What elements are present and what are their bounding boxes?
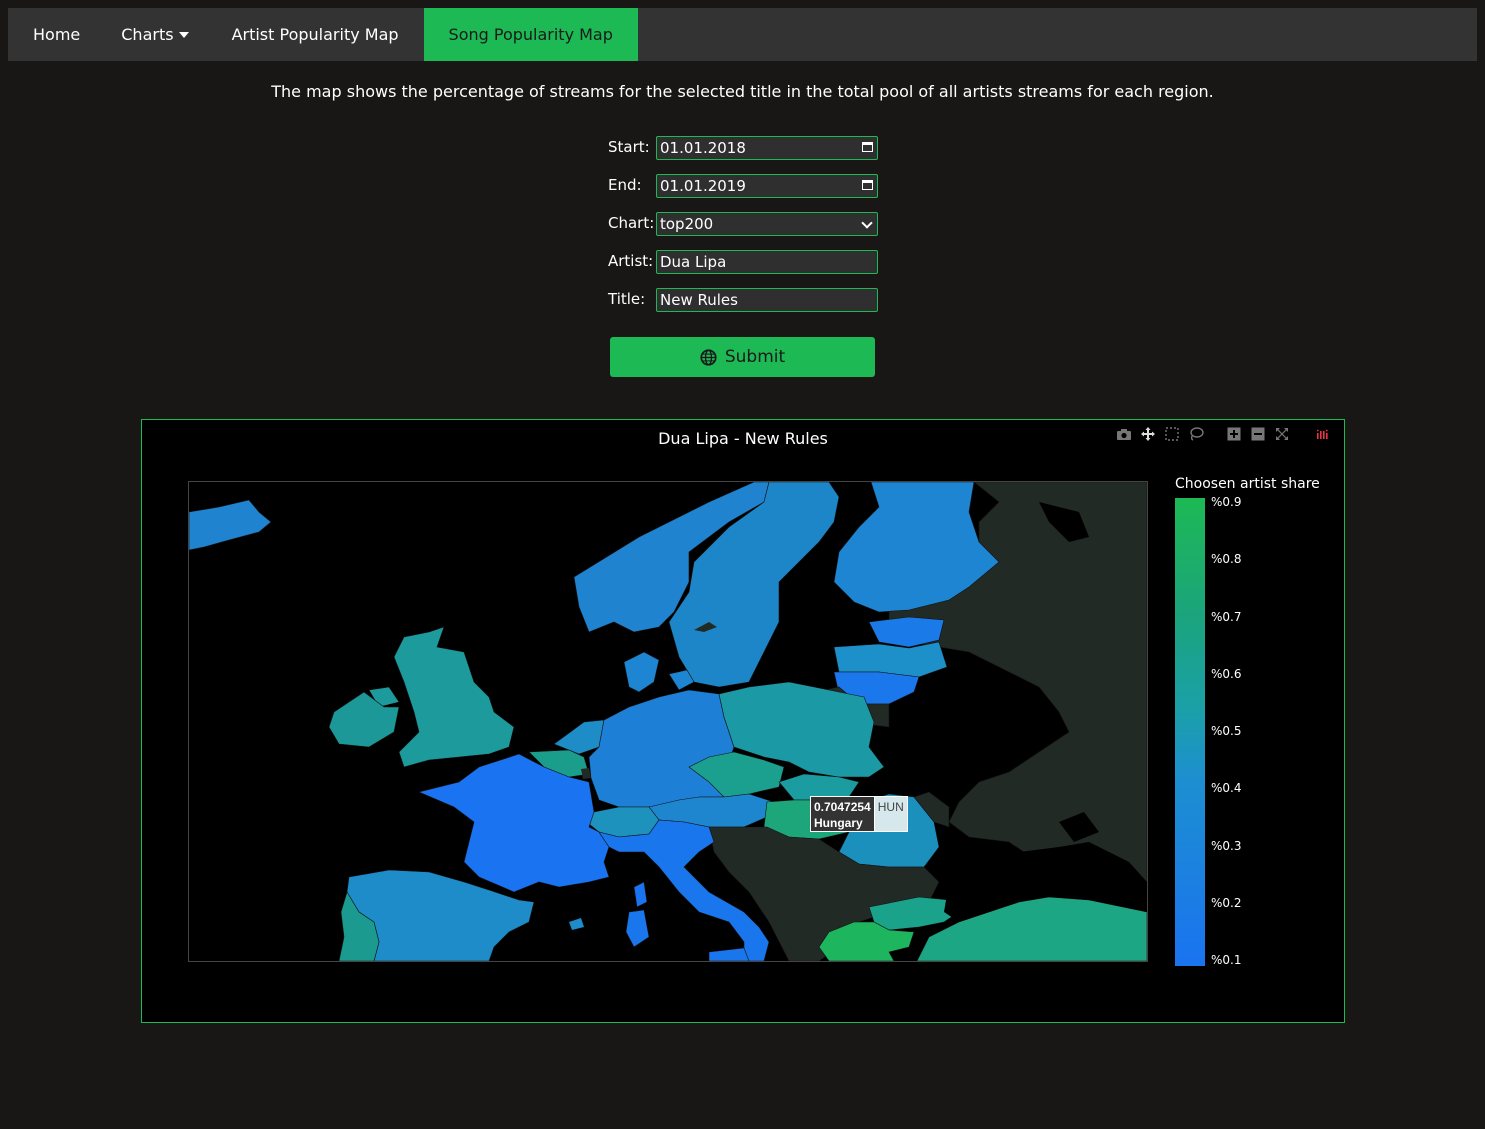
tooltip-country: Hungary <box>814 816 863 830</box>
nav-song-map-label: Song Popularity Map <box>448 25 613 44</box>
box-select-icon[interactable] <box>1164 426 1180 442</box>
colorbar-tick: %0.5 <box>1211 724 1242 738</box>
chart-select[interactable]: top200 <box>656 212 878 236</box>
plotly-logo-icon[interactable] <box>1314 426 1330 442</box>
navbar: Home Charts Artist Popularity Map Song P… <box>8 8 1477 61</box>
colorbar-tick: %0.9 <box>1211 495 1242 509</box>
colorbar <box>1175 498 1205 966</box>
region-luxembourg[interactable] <box>581 768 591 779</box>
choropleth-map-panel: Dua Lipa - New Rules Choosen artist shar… <box>141 419 1345 1023</box>
region-germany[interactable] <box>588 689 735 808</box>
end-row: End: 01.01.2019 <box>608 174 878 212</box>
chart-label: Chart: <box>608 214 655 232</box>
title-row: Title: New Rules <box>608 288 878 326</box>
title-input-value: New Rules <box>660 291 738 309</box>
start-row: Start: 01.01.2018 <box>608 136 878 174</box>
geo-map[interactable] <box>188 481 1148 962</box>
colorbar-tick: %0.8 <box>1211 552 1242 566</box>
zoom-in-icon[interactable] <box>1226 426 1242 442</box>
colorbar-tick: %0.4 <box>1211 781 1242 795</box>
region-denmark[interactable] <box>623 651 660 693</box>
tooltip-main: 0.7047254 Hungary <box>810 796 875 832</box>
page-description: The map shows the percentage of streams … <box>271 82 1214 101</box>
globe-icon <box>700 348 717 366</box>
hover-tooltip: 0.7047254 Hungary HUN <box>810 796 908 832</box>
colorbar-tick: %0.6 <box>1211 667 1242 681</box>
chart-select-value: top200 <box>660 215 714 233</box>
nav-artist-popularity-map[interactable]: Artist Popularity Map <box>215 8 424 61</box>
start-date-value: 01.01.2018 <box>660 139 746 157</box>
colorbar-tick: %0.2 <box>1211 896 1242 910</box>
camera-icon[interactable] <box>1116 426 1132 442</box>
region-sicily[interactable] <box>708 947 750 961</box>
submit-button[interactable]: Submit <box>610 337 875 377</box>
title-input[interactable]: New Rules <box>656 288 878 312</box>
colorbar-tick: %0.3 <box>1211 839 1242 853</box>
caret-down-icon <box>178 32 189 38</box>
zoom-out-icon[interactable] <box>1250 426 1266 442</box>
tooltip-code: HUN <box>874 796 908 832</box>
europe-map-svg[interactable] <box>189 482 1147 961</box>
submit-label: Submit <box>724 347 786 367</box>
calendar-icon[interactable] <box>862 142 873 152</box>
colorbar-tick: %0.7 <box>1211 610 1242 624</box>
chevron-down-icon <box>861 217 873 229</box>
colorbar-title: Choosen artist share <box>1175 476 1320 492</box>
pan-icon[interactable] <box>1140 426 1156 442</box>
start-label: Start: <box>608 138 650 156</box>
nav-artist-map-label: Artist Popularity Map <box>231 25 399 44</box>
region-netherlands[interactable] <box>553 719 605 755</box>
lasso-select-icon[interactable] <box>1188 426 1204 442</box>
region-corsica[interactable] <box>633 881 648 908</box>
plot-modebar <box>1116 426 1330 442</box>
region-great-britain[interactable] <box>393 626 515 768</box>
colorbar-tick: %0.1 <box>1211 953 1242 967</box>
nav-home[interactable]: Home <box>8 8 105 61</box>
end-date-value: 01.01.2019 <box>660 177 746 195</box>
chart-row: Chart: top200 <box>608 212 878 250</box>
region-balearic[interactable] <box>569 918 584 930</box>
nav-charts-dropdown[interactable]: Charts <box>105 8 214 61</box>
query-form: Start: 01.01.2018 End: 01.01.2019 Chart:… <box>608 136 878 326</box>
tooltip-value: 0.7047254 <box>814 800 871 814</box>
artist-label: Artist: <box>608 252 654 270</box>
nav-home-label: Home <box>33 25 81 44</box>
region-iceland[interactable] <box>189 499 272 551</box>
artist-input-value: Dua Lipa <box>660 253 727 271</box>
end-date-input[interactable]: 01.01.2019 <box>656 174 878 198</box>
start-date-input[interactable]: 01.01.2018 <box>656 136 878 160</box>
nav-charts-label: Charts <box>121 25 174 44</box>
end-label: End: <box>608 176 642 194</box>
artist-input[interactable]: Dua Lipa <box>656 250 878 274</box>
title-label: Title: <box>608 290 646 308</box>
calendar-icon[interactable] <box>862 180 873 190</box>
reset-view-icon[interactable] <box>1274 426 1290 442</box>
artist-row: Artist: Dua Lipa <box>608 250 878 288</box>
nav-song-popularity-map[interactable]: Song Popularity Map <box>423 8 638 61</box>
region-sardinia[interactable] <box>625 909 650 948</box>
